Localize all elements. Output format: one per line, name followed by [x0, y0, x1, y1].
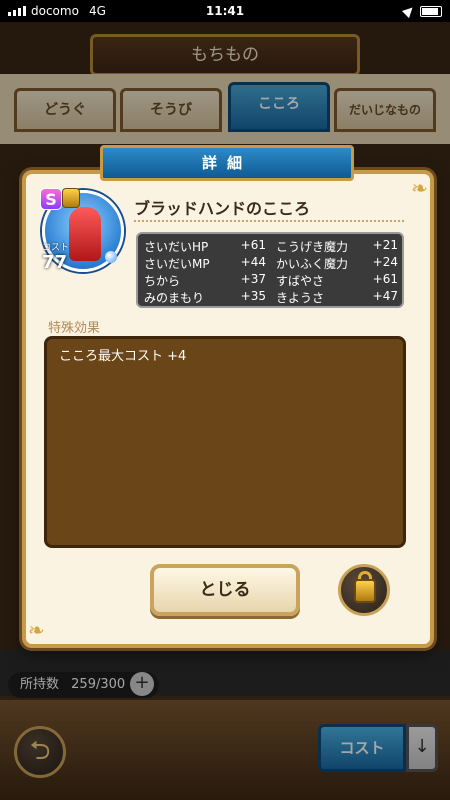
- effect-label: 特殊効果: [48, 321, 101, 336]
- stat-row: さいだいHP +61: [144, 238, 274, 255]
- effect-box: こころ最大コスト +4: [44, 336, 406, 548]
- location-icon: [401, 3, 417, 19]
- stat-name: すばやさ: [276, 274, 325, 288]
- effect-text: こころ最大コスト +4: [59, 349, 187, 364]
- corner-ornament-icon: ❧: [411, 176, 428, 200]
- stat-row: さいだいMP +44: [144, 255, 274, 272]
- network-label: 4G: [88, 4, 106, 18]
- stat-name: さいだいMP: [144, 257, 210, 271]
- stat-value: +61: [372, 272, 398, 286]
- lock-button[interactable]: [338, 564, 390, 616]
- stat-name: こうげき魔力: [276, 240, 349, 254]
- stat-value: +44: [240, 255, 266, 269]
- orb-icon: [105, 251, 117, 263]
- battery-icon: [420, 5, 442, 17]
- modal-title: 詳細: [100, 145, 354, 181]
- item-name: ブラッドハンドのこころ: [134, 199, 311, 218]
- stat-row: こうげき魔力 +21: [276, 238, 400, 255]
- stat-row: かいふく魔力 +24: [276, 255, 400, 272]
- stat-value: +21: [372, 238, 398, 252]
- corner-ornament-icon: ❧: [28, 618, 45, 642]
- rank-badge: S: [40, 188, 62, 210]
- stat-value: +24: [372, 255, 398, 269]
- close-button[interactable]: とじる: [150, 564, 300, 616]
- signal-icon: [8, 6, 26, 16]
- stat-value: +61: [240, 238, 266, 252]
- stat-value: +37: [240, 272, 266, 286]
- stat-name: きようさ: [276, 291, 325, 305]
- stat-row: すばやさ +61: [276, 272, 400, 289]
- stat-row: きようさ +47: [276, 289, 400, 306]
- lock-icon: [62, 188, 80, 208]
- carrier-label: docomo: [31, 4, 79, 18]
- cost-value: 77: [42, 252, 68, 273]
- stat-row: みのまもり +35: [144, 289, 274, 306]
- lock-icon: [354, 579, 376, 603]
- stat-name: さいだいHP: [144, 240, 209, 254]
- stat-value: +35: [240, 289, 266, 303]
- stat-name: ちから: [144, 274, 181, 288]
- stat-name: かいふく魔力: [276, 257, 349, 271]
- blood-hand-figure-icon: [69, 207, 101, 261]
- status-bar: docomo 4G 11:41: [0, 0, 450, 22]
- stats-table: さいだいHP +61 こうげき魔力 +21 さいだいMP +44 かいふく魔力 …: [136, 232, 404, 308]
- stat-name: みのまもり: [144, 291, 205, 305]
- stat-value: +47: [372, 289, 398, 303]
- stat-row: ちから +37: [144, 272, 274, 289]
- divider: [134, 220, 404, 222]
